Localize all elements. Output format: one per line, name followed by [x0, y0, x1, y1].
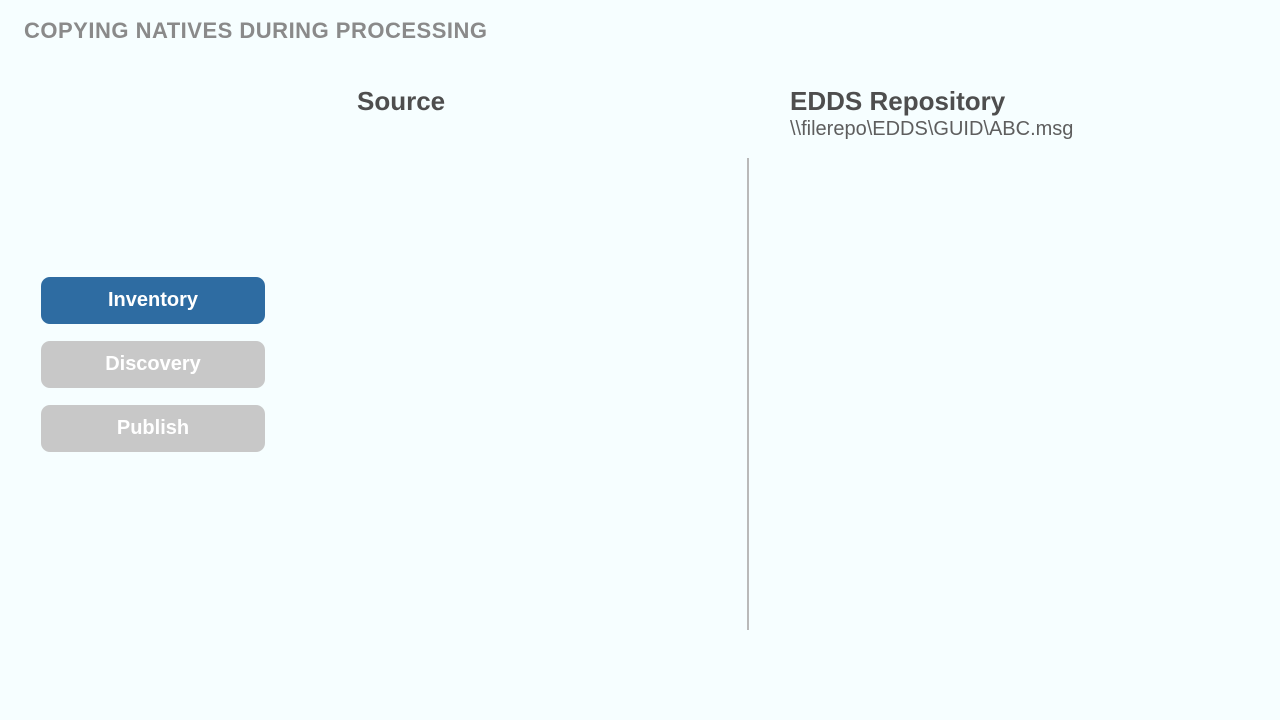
- page-title: COPYING NATIVES DURING PROCESSING: [24, 18, 487, 44]
- inventory-button[interactable]: Inventory: [41, 277, 265, 324]
- publish-button[interactable]: Publish: [41, 405, 265, 452]
- stage-button-stack: Inventory Discovery Publish: [41, 277, 265, 452]
- vertical-divider: [747, 158, 749, 630]
- discovery-button[interactable]: Discovery: [41, 341, 265, 388]
- edds-repo-heading: EDDS Repository: [790, 86, 1005, 117]
- source-column-heading: Source: [357, 86, 445, 117]
- edds-repo-path: \\filerepo\EDDS\GUID\ABC.msg: [790, 118, 1073, 141]
